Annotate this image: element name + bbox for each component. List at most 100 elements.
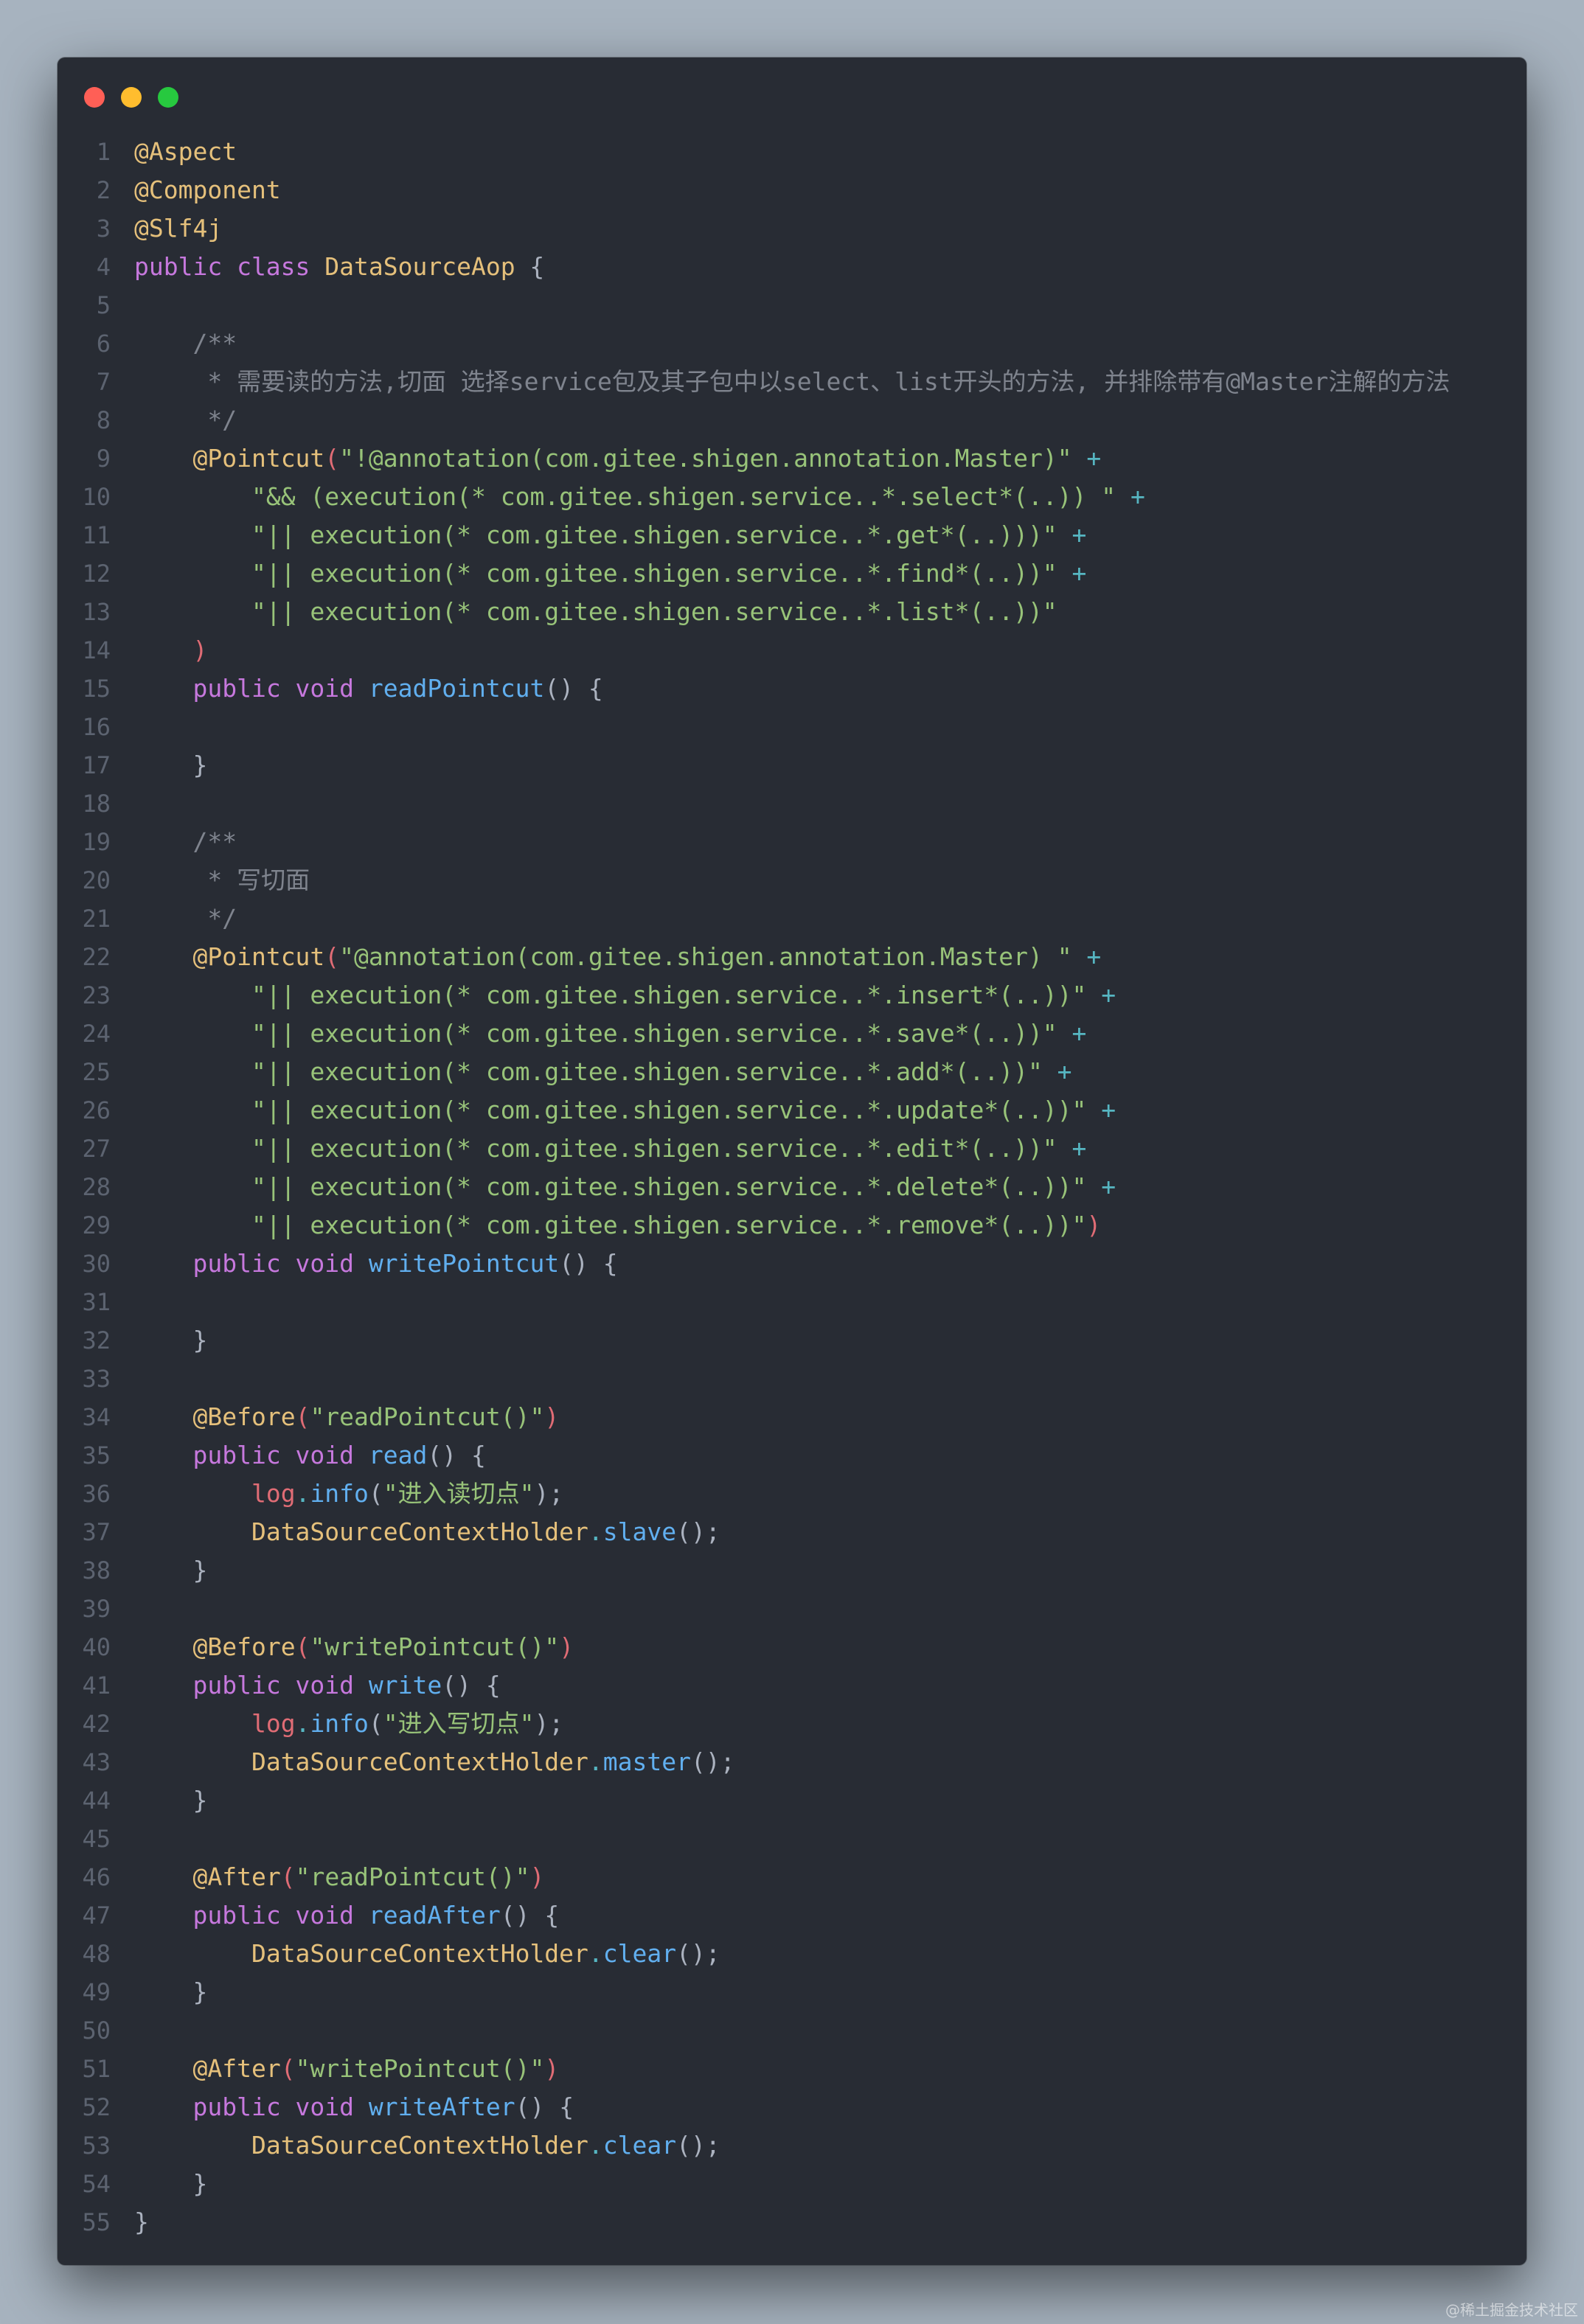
code-line: 51 @After("writePointcut()") xyxy=(58,2050,1526,2088)
code-line: 9 @Pointcut("!@annotation(com.gitee.shig… xyxy=(58,439,1526,478)
code-token: @Aspect xyxy=(134,137,237,166)
line-number: 40 xyxy=(82,1633,111,1661)
code-text: DataSourceContextHolder.slave(); xyxy=(134,1513,720,1551)
code-line: 46 @After("readPointcut()") xyxy=(58,1858,1526,1896)
code-token: + xyxy=(1057,521,1087,549)
code-token: log xyxy=(251,1479,296,1508)
code-token: public void xyxy=(192,1441,369,1469)
line-number: 42 xyxy=(82,1710,111,1738)
code-text: DataSourceContextHolder.clear(); xyxy=(134,1935,720,1973)
code-token: ( xyxy=(295,1632,310,1661)
code-text: @Before("readPointcut()") xyxy=(134,1398,559,1436)
line-number: 4 xyxy=(96,253,111,281)
line-number: 11 xyxy=(82,521,111,549)
line-number: 23 xyxy=(82,981,111,1009)
line-number: 47 xyxy=(82,1902,111,1930)
code-token: master xyxy=(602,1747,692,1776)
code-text: "|| execution(* com.gitee.shigen.service… xyxy=(134,1130,1086,1168)
code-token: read xyxy=(368,1441,428,1469)
line-number: 17 xyxy=(82,751,111,779)
code-line: 53 DataSourceContextHolder.clear(); xyxy=(58,2126,1526,2165)
line-number: 41 xyxy=(82,1671,111,1699)
code-token: () { xyxy=(544,674,603,703)
code-token: DataSourceContextHolder xyxy=(251,1939,588,1968)
code-token: "|| execution(* com.gitee.shigen.service… xyxy=(251,1211,1087,1239)
code-token: + xyxy=(1086,981,1116,1009)
line-number: 45 xyxy=(82,1825,111,1853)
code-token: + xyxy=(1071,444,1102,473)
code-token: */ xyxy=(134,406,237,434)
line-number: 21 xyxy=(82,905,111,933)
code-token: (); xyxy=(676,2131,720,2160)
line-number: 52 xyxy=(82,2093,111,2121)
code-line: 42 log.info("进入写切点"); xyxy=(58,1705,1526,1743)
line-number: 16 xyxy=(82,713,111,741)
code-token: @Pointcut xyxy=(192,444,325,473)
code-line: 43 DataSourceContextHolder.master(); xyxy=(58,1743,1526,1781)
code-token: () { xyxy=(559,1249,618,1278)
code-token: /** xyxy=(134,827,237,856)
code-line: 23 "|| execution(* com.gitee.shigen.serv… xyxy=(58,976,1526,1015)
code-token: /** xyxy=(134,329,237,358)
code-token: + xyxy=(1042,1057,1072,1086)
code-text: ) xyxy=(134,631,207,669)
code-line: 26 "|| execution(* com.gitee.shigen.serv… xyxy=(58,1091,1526,1130)
code-line: 12 "|| execution(* com.gitee.shigen.serv… xyxy=(58,554,1526,593)
code-line: 27 "|| execution(* com.gitee.shigen.serv… xyxy=(58,1130,1526,1168)
code-token: "!@annotation(com.gitee.shigen.annotatio… xyxy=(339,444,1072,473)
code-text: DataSourceContextHolder.master(); xyxy=(134,1743,735,1781)
line-number: 13 xyxy=(82,598,111,626)
code-text: @Slf4j xyxy=(134,209,222,248)
line-number: 10 xyxy=(82,483,111,511)
code-line: 8 */ xyxy=(58,401,1526,439)
code-text: log.info("进入写切点"); xyxy=(134,1705,563,1743)
code-token: @Before xyxy=(192,1632,296,1661)
close-dot-icon[interactable] xyxy=(84,87,105,108)
code-token: () { xyxy=(442,1671,501,1699)
line-number: 38 xyxy=(82,1556,111,1584)
code-line: 28 "|| execution(* com.gitee.shigen.serv… xyxy=(58,1168,1526,1206)
code-token: "|| execution(* com.gitee.shigen.service… xyxy=(251,597,1057,626)
code-token: ( xyxy=(324,444,340,473)
maximize-dot-icon[interactable] xyxy=(158,87,178,108)
code-line: 39 xyxy=(58,1590,1526,1628)
code-line: 48 DataSourceContextHolder.clear(); xyxy=(58,1935,1526,1973)
code-line: 7 * 需要读的方法,切面 选择service包及其子包中以select、lis… xyxy=(58,363,1526,401)
line-number: 49 xyxy=(82,1978,111,2006)
code-token: } xyxy=(134,1786,208,1815)
code-token: log xyxy=(251,1709,296,1738)
code-token: () { xyxy=(500,1901,560,1930)
line-number: 44 xyxy=(82,1787,111,1815)
code-token: "|| execution(* com.gitee.shigen.service… xyxy=(251,1057,1043,1086)
code-line: 21 */ xyxy=(58,900,1526,938)
code-text: } xyxy=(134,746,207,784)
code-token: ) xyxy=(544,1402,560,1431)
code-token: } xyxy=(134,2208,149,2236)
code-line: 30 public void writePointcut() { xyxy=(58,1245,1526,1283)
code-token: ( xyxy=(280,2054,296,2083)
code-token: () { xyxy=(427,1441,486,1469)
code-text: */ xyxy=(134,401,237,439)
code-line: 14 ) xyxy=(58,631,1526,669)
code-token: writeAfter xyxy=(368,2092,515,2121)
code-line: 36 log.info("进入读切点"); xyxy=(58,1475,1526,1513)
code-text: @After("readPointcut()") xyxy=(134,1858,544,1896)
code-line: 2 @Component xyxy=(58,171,1526,209)
line-number: 7 xyxy=(96,368,111,396)
minimize-dot-icon[interactable] xyxy=(121,87,142,108)
code-text: "|| execution(* com.gitee.shigen.service… xyxy=(134,554,1086,593)
code-token: "writePointcut()" xyxy=(295,2054,545,2083)
code-token: */ xyxy=(134,904,237,933)
code-token: + xyxy=(1057,1019,1087,1048)
code-token: . xyxy=(588,2131,603,2160)
code-line: 17 } xyxy=(58,746,1526,784)
